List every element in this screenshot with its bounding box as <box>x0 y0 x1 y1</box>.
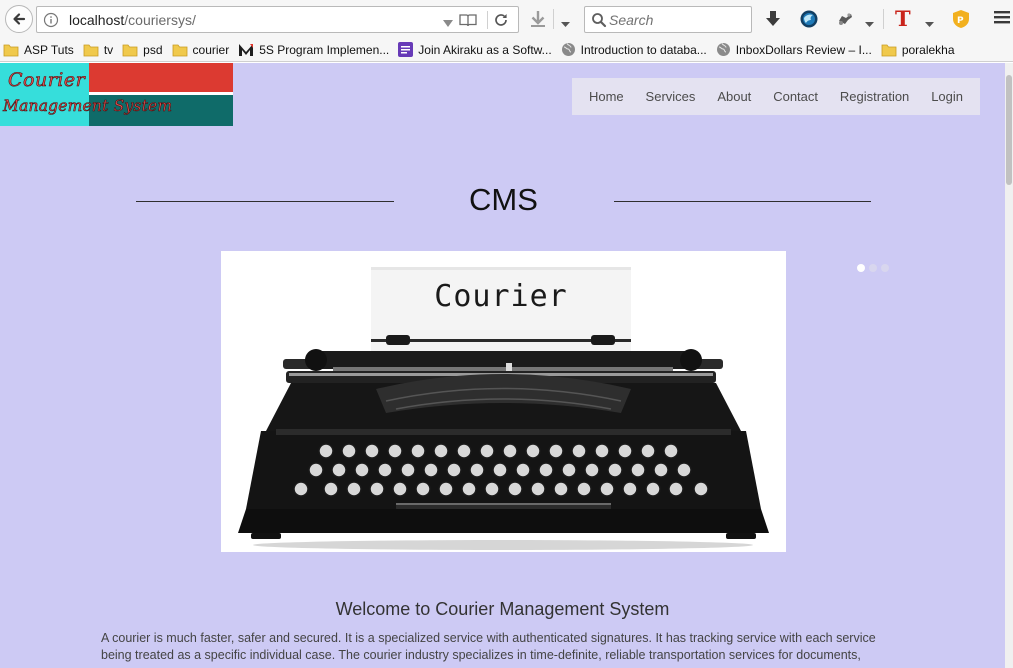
bookmark-label: 5S Program Implemen... <box>259 42 390 57</box>
logo-text-management: Management System <box>3 97 173 116</box>
extension-t-icon[interactable]: T <box>893 6 913 35</box>
bookmark-inboxdollars[interactable]: InboxDollars Review – I... <box>716 42 872 57</box>
back-arrow-icon <box>13 13 26 25</box>
menu-icon[interactable] <box>994 9 1010 30</box>
folder-icon <box>122 43 138 57</box>
bookmark-label: Join Akiraku as a Softw... <box>418 42 552 57</box>
nav-registration[interactable]: Registration <box>840 89 909 104</box>
reload-icon[interactable] <box>493 12 509 33</box>
logo-block-red <box>89 63 233 92</box>
bookmark-asp-tuts[interactable]: ASP Tuts <box>3 43 74 57</box>
bookmark-psd[interactable]: psd <box>122 42 163 57</box>
nav-home[interactable]: Home <box>589 89 624 104</box>
slider-image[interactable]: Courier <box>221 251 786 552</box>
main-nav: Home Services About Contact Registration… <box>572 78 980 115</box>
search-input[interactable] <box>609 8 747 31</box>
extension-bug-icon[interactable] <box>835 9 855 34</box>
svg-text:T: T <box>895 6 911 30</box>
bookmark-label: psd <box>143 42 163 57</box>
bookmark-label: poralekha <box>901 42 955 57</box>
bookmark-label: ASP Tuts <box>24 42 74 57</box>
bookmark-intro-databases[interactable]: Introduction to databa... <box>561 42 707 57</box>
download-separator <box>553 9 554 29</box>
page-title: CMS <box>469 182 538 217</box>
url-host: localhost <box>69 12 125 28</box>
url-separator <box>487 11 488 29</box>
extension-shield-icon[interactable]: P <box>951 9 971 34</box>
logo-text-courier: Courier <box>8 69 86 92</box>
extension-t-dropdown-icon[interactable] <box>925 15 934 33</box>
scrollbar-thumb[interactable] <box>1006 75 1012 185</box>
browser-toolbar: localhost/couriersys/ T <box>0 0 1013 38</box>
page-scrollbar[interactable] <box>1005 63 1013 668</box>
form-icon <box>398 42 414 57</box>
globe-icon <box>716 42 731 57</box>
typewriter-illustration: Courier <box>238 267 769 550</box>
page-viewport: Courier Management System Home Services … <box>0 63 1005 668</box>
nav-about[interactable]: About <box>717 89 751 104</box>
bookmarks-bar: ASP Tuts tv psd courier 5S Program Imple… <box>0 38 1013 62</box>
search-icon <box>591 12 607 33</box>
folder-icon <box>881 43 897 57</box>
site-logo[interactable]: Courier Management System <box>0 63 233 126</box>
bookmark-poralekha[interactable]: poralekha <box>881 43 955 57</box>
download-dropdown-icon[interactable] <box>561 15 570 33</box>
title-rule-right <box>614 201 871 202</box>
slider-dot-2[interactable] <box>869 264 877 272</box>
about-paragraph: A courier is much faster, safer and secu… <box>101 631 876 662</box>
info-icon[interactable] <box>43 12 59 33</box>
url-path: /couriersys/ <box>124 12 196 28</box>
svg-text:P: P <box>957 16 964 26</box>
nav-services[interactable]: Services <box>646 89 696 104</box>
folder-icon <box>3 43 19 57</box>
extension-dropdown-icon[interactable] <box>865 15 874 33</box>
slider-indicators <box>857 264 893 272</box>
folder-icon <box>172 43 188 57</box>
url-text[interactable]: localhost/couriersys/ <box>69 12 196 28</box>
page-title-block: CMS <box>136 182 871 224</box>
slide-paper-text: Courier <box>434 279 567 314</box>
globe-icon <box>561 42 576 57</box>
bookmark-5s-program[interactable]: 5S Program Implemen... <box>238 43 389 57</box>
slider-dot-1[interactable] <box>857 264 865 272</box>
bookmark-label: InboxDollars Review – I... <box>735 42 872 57</box>
bookmark-label: tv <box>103 42 114 57</box>
downloads-icon[interactable] <box>765 9 781 34</box>
bookmark-label: courier <box>192 42 230 57</box>
welcome-heading: Welcome to Courier Management System <box>335 599 670 619</box>
search-bar[interactable] <box>584 6 752 33</box>
url-bar[interactable]: localhost/couriersys/ <box>36 6 519 33</box>
folder-icon <box>83 43 99 57</box>
m-logo-icon <box>238 43 254 57</box>
back-button[interactable] <box>5 5 33 33</box>
toolbar-separator <box>883 9 884 29</box>
bookmark-join-akiraku[interactable]: Join Akiraku as a Softw... <box>398 42 552 57</box>
extension-globe-icon[interactable] <box>799 9 819 34</box>
bookmark-tv[interactable]: tv <box>83 43 113 57</box>
reader-view-icon[interactable] <box>459 12 477 33</box>
nav-contact[interactable]: Contact <box>773 89 818 104</box>
url-dropdown-icon[interactable] <box>443 15 453 33</box>
bookmark-courier[interactable]: courier <box>172 42 230 57</box>
download-arrow-icon[interactable] <box>529 9 547 34</box>
slider-dot-3[interactable] <box>881 264 889 272</box>
bookmark-label: Introduction to databa... <box>580 42 707 57</box>
nav-login[interactable]: Login <box>931 89 963 104</box>
